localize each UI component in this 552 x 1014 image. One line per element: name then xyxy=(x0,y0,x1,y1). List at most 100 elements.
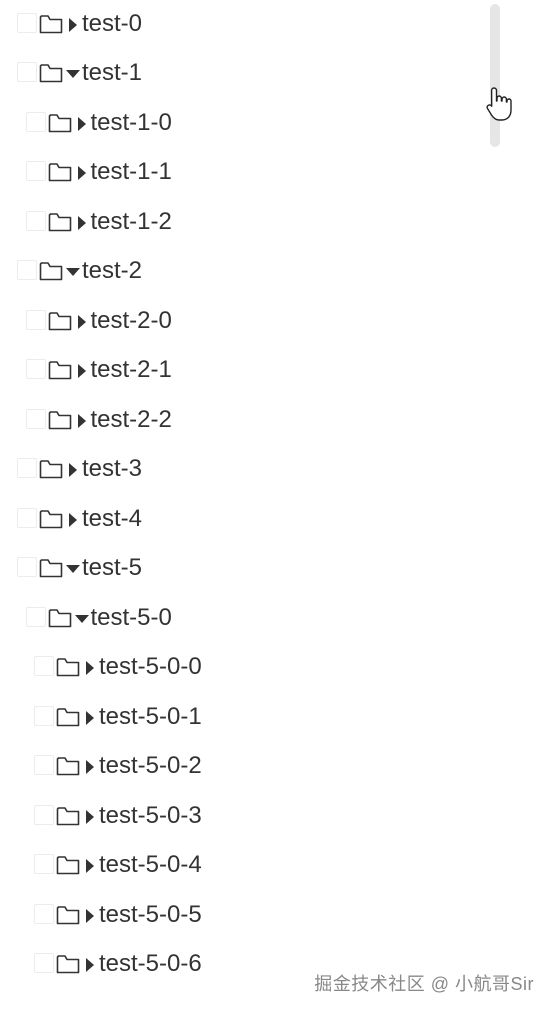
node-label: test-5-0-5 xyxy=(99,900,202,928)
caret-right-icon[interactable] xyxy=(82,908,98,924)
caret-right-icon[interactable] xyxy=(82,660,98,676)
tree-node[interactable]: test-2-2 xyxy=(0,396,480,446)
tree-node[interactable]: test-5-0-1 xyxy=(0,693,480,743)
folder-icon xyxy=(48,162,72,182)
folder-icon xyxy=(39,261,63,281)
node-label: test-5-0-1 xyxy=(99,702,202,730)
caret-down-icon[interactable] xyxy=(74,611,90,627)
caret-right-icon[interactable] xyxy=(82,710,98,726)
tree-node[interactable]: test-1-1 xyxy=(0,149,480,199)
node-checkbox[interactable] xyxy=(25,210,46,231)
node-checkbox[interactable] xyxy=(17,260,37,281)
folder-icon xyxy=(39,63,63,83)
node-checkbox[interactable] xyxy=(17,62,37,83)
node-checkbox[interactable] xyxy=(34,854,54,875)
folder-icon xyxy=(56,756,80,776)
node-label: test-1-2 xyxy=(90,207,172,235)
node-checkbox[interactable] xyxy=(34,903,54,924)
tree-node[interactable]: test-1-2 xyxy=(0,198,480,248)
node-checkbox[interactable] xyxy=(17,557,37,578)
tree-page: test-0 test-1 test-1-0 test-1-1 test-1-2 test… xyxy=(0,0,552,1014)
folder-icon xyxy=(48,410,72,430)
folder-icon xyxy=(56,806,80,826)
node-checkbox[interactable] xyxy=(17,458,37,479)
node-checkbox[interactable] xyxy=(17,507,37,528)
folder-tree: test-0 test-1 test-1-0 test-1-1 test-1-2 test… xyxy=(0,0,480,990)
node-label: test-1-1 xyxy=(90,158,172,186)
tree-node[interactable]: test-2-1 xyxy=(0,347,480,397)
node-label: test-5-0-4 xyxy=(99,851,202,879)
node-checkbox[interactable] xyxy=(25,161,46,182)
node-label: test-2-0 xyxy=(90,306,172,334)
tree-node[interactable]: test-4 xyxy=(0,495,480,545)
tree-node[interactable]: test-5-0 xyxy=(0,594,480,644)
node-checkbox[interactable] xyxy=(25,606,46,627)
node-label: test-1-0 xyxy=(90,108,172,136)
node-checkbox[interactable] xyxy=(34,804,54,825)
caret-right-icon[interactable] xyxy=(65,462,81,478)
caret-right-icon[interactable] xyxy=(82,957,98,973)
tree-node[interactable]: test-5-0-4 xyxy=(0,842,480,892)
folder-icon xyxy=(56,657,80,677)
folder-icon xyxy=(56,954,80,974)
node-label: test-5 xyxy=(82,554,143,582)
caret-down-icon[interactable] xyxy=(65,66,81,82)
folder-icon xyxy=(48,608,72,628)
folder-icon xyxy=(48,360,72,380)
folder-icon xyxy=(56,905,80,925)
tree-node[interactable]: test-1-0 xyxy=(0,99,480,149)
tree-node[interactable]: test-2 xyxy=(0,248,480,298)
node-checkbox[interactable] xyxy=(34,953,54,974)
node-label: test-2 xyxy=(82,257,143,285)
folder-icon xyxy=(56,855,80,875)
node-label: test-2-1 xyxy=(90,356,172,384)
node-checkbox[interactable] xyxy=(34,656,54,677)
node-checkbox[interactable] xyxy=(34,705,54,726)
caret-right-icon[interactable] xyxy=(65,17,81,33)
hand-pointer-icon xyxy=(486,86,512,127)
caret-right-icon[interactable] xyxy=(82,809,98,825)
node-label: test-5-0-6 xyxy=(99,950,202,978)
folder-icon xyxy=(48,212,72,232)
node-label: test-0 xyxy=(82,9,143,37)
folder-icon xyxy=(39,558,63,578)
node-label: test-2-2 xyxy=(90,405,172,433)
tree-node[interactable]: test-0 xyxy=(0,0,480,50)
tree-node[interactable]: test-2-0 xyxy=(0,297,480,347)
caret-right-icon[interactable] xyxy=(74,314,90,330)
caret-right-icon[interactable] xyxy=(74,165,90,181)
tree-node[interactable]: test-5-0-0 xyxy=(0,644,480,694)
tree-node[interactable]: test-5-0-3 xyxy=(0,792,480,842)
tree-node[interactable]: test-5-0-2 xyxy=(0,743,480,793)
folder-icon xyxy=(39,14,63,34)
tree-node[interactable]: test-3 xyxy=(0,446,480,496)
node-checkbox[interactable] xyxy=(34,755,54,776)
node-label: test-1 xyxy=(82,59,143,87)
node-checkbox[interactable] xyxy=(25,359,46,380)
node-label: test-5-0-3 xyxy=(99,801,202,829)
node-label: test-3 xyxy=(82,455,143,483)
caret-right-icon[interactable] xyxy=(82,858,98,874)
caret-right-icon[interactable] xyxy=(74,215,90,231)
caret-right-icon[interactable] xyxy=(74,363,90,379)
folder-icon xyxy=(39,459,63,479)
node-checkbox[interactable] xyxy=(25,408,46,429)
node-checkbox[interactable] xyxy=(25,111,46,132)
caret-down-icon[interactable] xyxy=(65,561,81,577)
node-checkbox[interactable] xyxy=(17,12,37,33)
folder-icon xyxy=(39,509,63,529)
caret-right-icon[interactable] xyxy=(82,759,98,775)
caret-down-icon[interactable] xyxy=(65,264,81,280)
node-label: test-5-0-0 xyxy=(99,653,202,681)
tree-node[interactable]: test-5-0-5 xyxy=(0,891,480,941)
folder-icon xyxy=(56,707,80,727)
tree-node[interactable]: test-1 xyxy=(0,50,480,100)
node-label: test-4 xyxy=(82,504,143,532)
node-label: test-5-0-2 xyxy=(99,752,202,780)
node-checkbox[interactable] xyxy=(25,309,46,330)
watermark: 掘金技术社区 @ 小航哥Sir xyxy=(314,974,534,994)
caret-right-icon[interactable] xyxy=(74,413,90,429)
caret-right-icon[interactable] xyxy=(65,512,81,528)
tree-node[interactable]: test-5 xyxy=(0,545,480,595)
caret-right-icon[interactable] xyxy=(74,116,90,132)
